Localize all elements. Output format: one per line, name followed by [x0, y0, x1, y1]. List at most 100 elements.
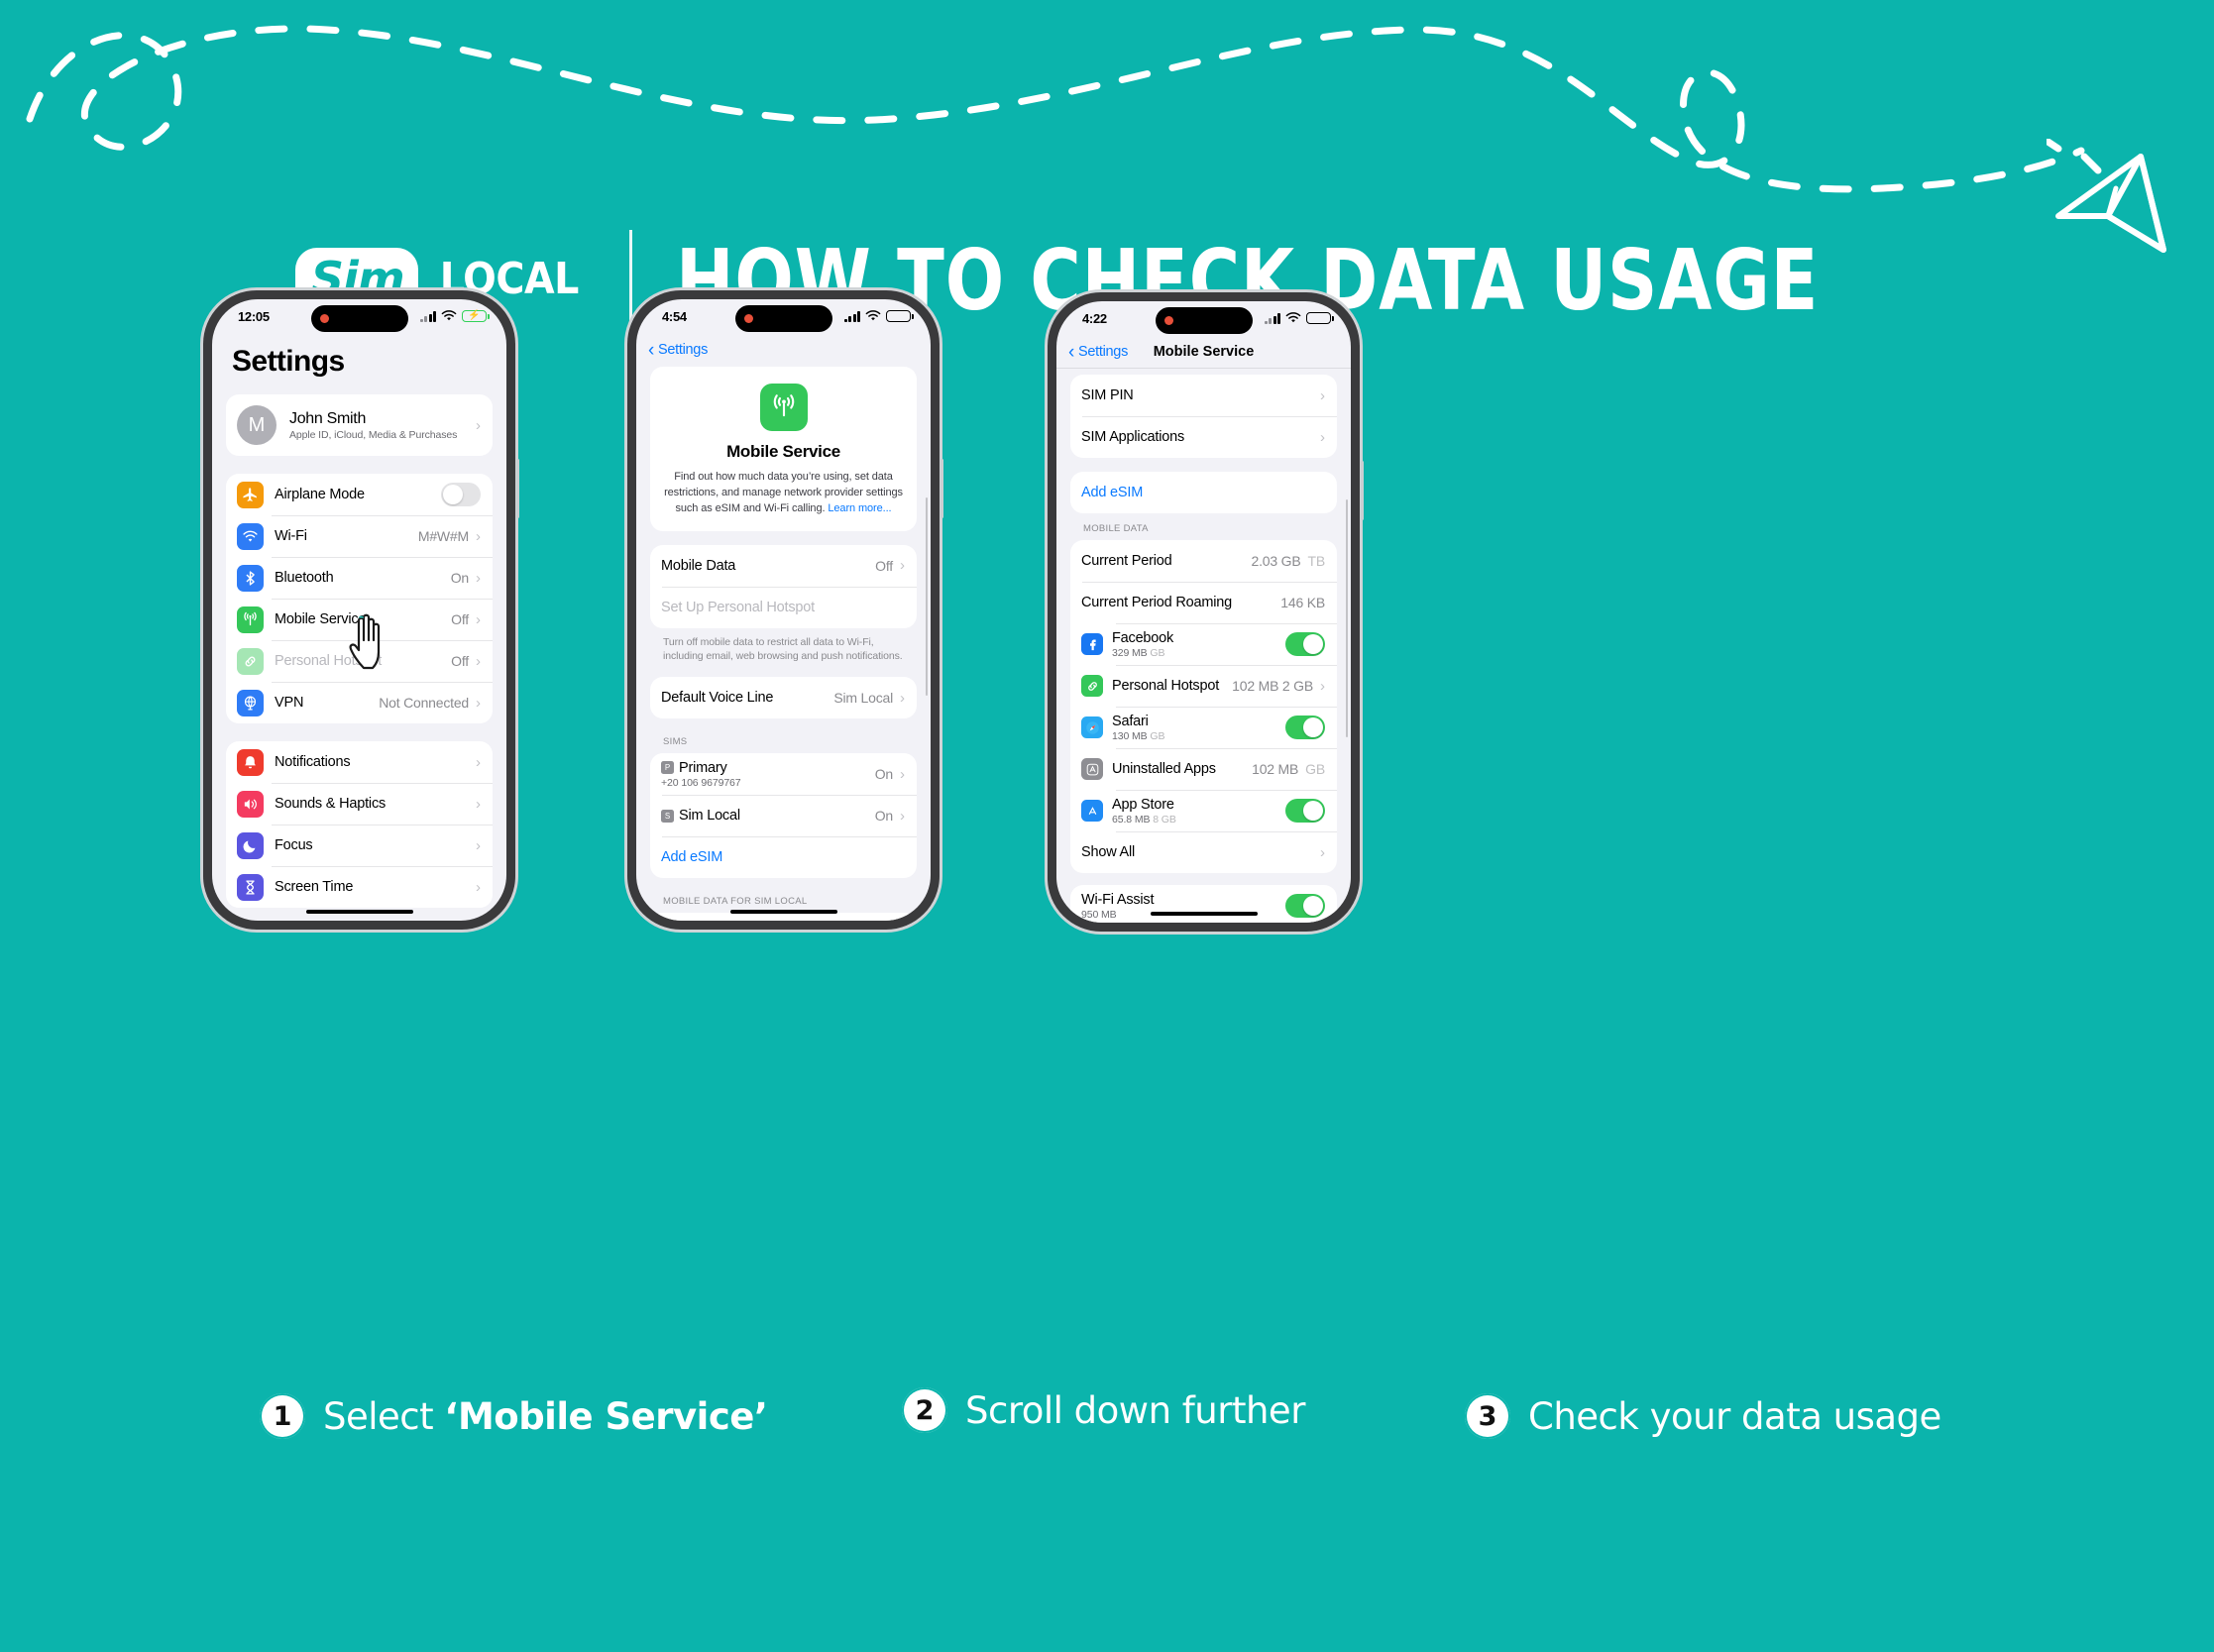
notifications-icon [237, 748, 264, 776]
row-label: Wi-Fi [275, 528, 307, 544]
row-label: Mobile Service [275, 611, 367, 627]
facebook-data-toggle[interactable] [1285, 632, 1325, 656]
row-current-period[interactable]: Current Period 2.03 GB TB [1070, 540, 1337, 582]
step-3: 3 Check your data usage [1465, 1393, 1941, 1439]
sim-phone-number: +20 106 9679767 [661, 776, 741, 789]
learn-more-link[interactable]: Learn more... [828, 502, 891, 514]
row-value: On [874, 808, 893, 825]
row-label: Sounds & Haptics [275, 796, 387, 812]
account-group: M John Smith Apple ID, iCloud, Media & P… [226, 394, 493, 456]
app-usage-value: 65.8 MB 8 GB [1112, 813, 1176, 826]
wifi-assist-toggle[interactable] [1285, 894, 1325, 918]
chevron-right-icon: › [476, 694, 481, 712]
chevron-left-icon: ‹ [1068, 341, 1075, 363]
chevron-right-icon: › [476, 878, 481, 896]
wifi-icon [441, 310, 457, 321]
back-button[interactable]: ‹ Settings [648, 341, 708, 360]
row-mobile-service[interactable]: Mobile Service Off › [226, 599, 493, 640]
sim-settings-group: SIM PIN › SIM Applications › [1070, 375, 1337, 458]
mobile-service-icon [237, 606, 264, 633]
row-mobile-data[interactable]: Mobile Data Off › [650, 545, 917, 587]
row-label: Sim Local [679, 808, 740, 825]
status-bar: 4:22 [1056, 301, 1351, 335]
row-screen-time[interactable]: Screen Time › [226, 866, 493, 908]
row-sim-applications[interactable]: SIM Applications › [1070, 416, 1337, 458]
row-vpn[interactable]: VPN Not Connected › [226, 682, 493, 723]
scrollbar[interactable] [1345, 499, 1348, 737]
row-default-voice-line[interactable]: Default Voice Line Sim Local › [650, 677, 917, 718]
mobile-service-scroll-area[interactable]: Mobile Service Find out how much data yo… [636, 367, 931, 921]
phone2-screen: 4:54 ‹ Settings Mobile Service Find out … [636, 299, 931, 921]
add-esim-group: Add eSIM [1070, 472, 1337, 513]
mobile-service-detail-scroll-area[interactable]: SIM PIN › SIM Applications › Add eSIM MO… [1056, 369, 1351, 923]
step-badge: 3 [1465, 1393, 1510, 1439]
back-button[interactable]: ‹ Settings [1068, 343, 1128, 362]
app-store-data-toggle[interactable] [1285, 799, 1325, 823]
step-badge: 2 [902, 1387, 947, 1433]
step-1: 1 Select ‘Mobile Service’ [260, 1393, 768, 1439]
row-value-ghost: GB [1305, 761, 1325, 777]
nav-title: Mobile Service [1153, 344, 1255, 360]
row-sim-pin[interactable]: SIM PIN › [1070, 375, 1337, 416]
row-add-esim[interactable]: Add eSIM [1070, 472, 1337, 513]
status-bar: 12:05 ⚡ [212, 299, 506, 333]
sims-group: P Primary +20 106 9679767 On › S Sim Loc… [650, 753, 917, 879]
chevron-right-icon: › [476, 753, 481, 771]
row-wifi[interactable]: Wi-Fi M#W#M › [226, 515, 493, 557]
app-usage-value: 130 MB GB [1112, 729, 1165, 742]
wifi-icon [237, 522, 264, 550]
avatar: M [237, 405, 277, 445]
voice-line-group: Default Voice Line Sim Local › [650, 677, 917, 719]
nav-bar: ‹ Settings Mobile Service [1056, 335, 1351, 369]
row-label: App Store [1112, 796, 1174, 813]
row-wifi-assist[interactable]: Wi-Fi Assist 950 MB [1070, 885, 1337, 923]
cellular-signal-icon [1264, 312, 1280, 324]
row-show-all[interactable]: Show All › [1070, 831, 1337, 873]
chevron-right-icon: › [476, 652, 481, 670]
row-label: Mobile Data [661, 557, 736, 574]
row-sounds-haptics[interactable]: Sounds & Haptics › [226, 783, 493, 825]
row-app-facebook[interactable]: Facebook 329 MB GB [1070, 623, 1337, 665]
row-uninstalled-apps[interactable]: Uninstalled Apps 102 MB GB [1070, 748, 1337, 790]
row-setup-personal-hotspot[interactable]: Set Up Personal Hotspot [650, 586, 917, 628]
app-usage-value: 329 MB GB [1112, 646, 1165, 659]
back-label: Settings [1078, 344, 1129, 360]
account-name: John Smith [289, 409, 367, 427]
recording-indicator-dot [319, 314, 329, 323]
apple-account-row[interactable]: M John Smith Apple ID, iCloud, Media & P… [226, 394, 493, 456]
scrollbar[interactable] [925, 497, 928, 696]
step-badge: 1 [260, 1393, 305, 1439]
row-app-store[interactable]: App Store 65.8 MB 8 GB [1070, 790, 1337, 831]
chevron-right-icon: › [900, 689, 905, 707]
row-current-period-roaming[interactable]: Current Period Roaming 146 KB [1070, 582, 1337, 623]
row-sim-local[interactable]: S Sim Local On › [650, 795, 917, 836]
power-button [516, 459, 519, 518]
step-caption: Scroll down further [965, 1388, 1305, 1432]
row-label: Focus [275, 837, 313, 853]
row-sim-primary[interactable]: P Primary +20 106 9679767 On › [650, 753, 917, 795]
airplane-mode-toggle[interactable] [441, 483, 481, 506]
row-personal-hotspot[interactable]: Personal Hotspot Off › [226, 640, 493, 682]
row-app-personal-hotspot[interactable]: Personal Hotspot 102 MB 2 GB › [1070, 665, 1337, 707]
phone1-screen: 12:05 ⚡ Settings M John Smith Apple ID, … [212, 299, 506, 921]
phone-mockup-step3: 4:22 ‹ Settings Mobile Service SIM PIN › [1048, 292, 1364, 932]
row-value: 146 KB [1280, 595, 1325, 610]
row-notifications[interactable]: Notifications › [226, 741, 493, 783]
row-value: Off [451, 611, 469, 627]
safari-data-toggle[interactable] [1285, 716, 1325, 739]
row-airplane-mode[interactable]: Airplane Mode [226, 474, 493, 515]
row-app-safari[interactable]: Safari 130 MB GB [1070, 707, 1337, 748]
connectivity-group: Airplane Mode Wi-Fi M#W#M › Bluetooth On… [226, 474, 493, 723]
row-label: SIM Applications [1081, 429, 1184, 445]
row-add-esim[interactable]: Add eSIM [650, 836, 917, 878]
settings-heading: Settings [232, 345, 345, 378]
row-bluetooth[interactable]: Bluetooth On › [226, 557, 493, 599]
status-time: 12:05 [238, 308, 270, 324]
chevron-right-icon: › [900, 765, 905, 783]
row-current-period[interactable]: Current Period 2.03 GB [650, 913, 917, 921]
row-label: Notifications [275, 754, 351, 770]
uninstalled-apps-icon [1081, 758, 1103, 780]
row-focus[interactable]: Focus › [226, 825, 493, 866]
settings-scroll-area[interactable]: Settings M John Smith Apple ID, iCloud, … [212, 333, 506, 921]
chevron-right-icon: › [476, 795, 481, 813]
